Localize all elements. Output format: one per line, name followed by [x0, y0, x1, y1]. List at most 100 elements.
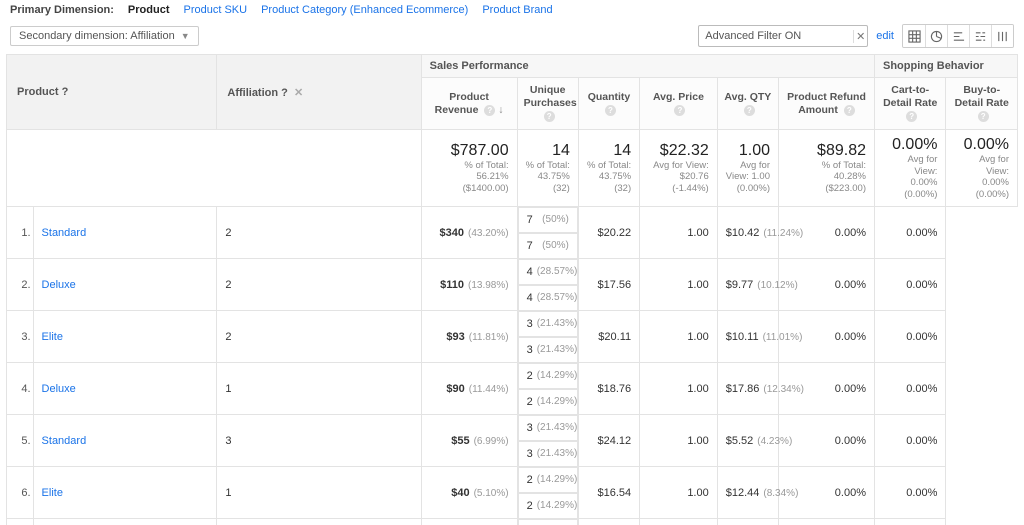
btd-cell: 0.00% [874, 519, 945, 525]
table-row[interactable]: 7.Standard1$33(5.00%)2(14.29%)2(14.29%)$… [7, 519, 1018, 525]
row-index: 2. [7, 259, 34, 311]
table-row[interactable]: 1.Standard2$340(43.20%)7(50%)7(50%)$20.2… [7, 206, 1018, 259]
btd-cell: 0.00% [874, 259, 945, 311]
avgqty-cell: 1.00 [640, 311, 718, 363]
product-cell[interactable]: Standard [33, 206, 217, 259]
col-affiliation[interactable]: Affiliation ? ✕ [217, 55, 421, 130]
refund-cell: $17.86(12.34%) [717, 363, 778, 415]
product-cell[interactable]: Deluxe [33, 363, 217, 415]
qty-cell: 7(50%) [518, 233, 578, 259]
product-cell[interactable]: Elite [33, 467, 217, 519]
view-mode-buttons [902, 24, 1014, 48]
dim-product-brand[interactable]: Product Brand [482, 4, 552, 16]
comparison-view-icon[interactable] [969, 25, 991, 47]
row-index: 7. [7, 519, 34, 525]
col-quantity[interactable]: Quantity ? [578, 78, 639, 130]
revenue-cell: $33(5.00%) [421, 519, 517, 525]
unique-cell: 2(14.29%) [518, 363, 578, 389]
revenue-cell: $340(43.20%) [421, 206, 517, 259]
table-row[interactable]: 4.Deluxe1$90(11.44%)2(14.29%)2(14.29%)$1… [7, 363, 1018, 415]
affiliation-cell: 2 [217, 206, 421, 259]
avgqty-cell: 1.00 [640, 467, 718, 519]
row-index: 3. [7, 311, 34, 363]
col-avgqty[interactable]: Avg. QTY? [717, 78, 778, 130]
col-avgprice[interactable]: Avg. Price ? [640, 78, 718, 130]
affiliation-cell: 2 [217, 259, 421, 311]
sort-desc-icon: ↓ [498, 104, 503, 116]
avgqty-cell: 1.00 [640, 259, 718, 311]
row-index: 4. [7, 363, 34, 415]
refund-cell: $9.77(10.12%) [717, 259, 778, 311]
table-row[interactable]: 5.Standard3$55(6.99%)3(21.43%)3(21.43%)$… [7, 415, 1018, 467]
refund-cell: $10.42(11.24%) [717, 206, 778, 259]
col-product[interactable]: Product ? [7, 55, 217, 130]
product-cell[interactable]: Standard [33, 519, 217, 525]
unique-cell: 7(50%) [518, 207, 578, 233]
affiliation-cell: 3 [217, 415, 421, 467]
avgqty-cell: 1.00 [640, 363, 718, 415]
refund-cell: $12.44(8.34%) [717, 467, 778, 519]
primary-dimension-label: Primary Dimension: [10, 4, 114, 16]
qty-cell: 2(14.29%) [518, 493, 578, 519]
revenue-cell: $40(5.10%) [421, 467, 517, 519]
row-index: 1. [7, 206, 34, 259]
ctd-cell: 0.00% [779, 519, 875, 525]
dim-product-category[interactable]: Product Category (Enhanced Ecommerce) [261, 4, 468, 16]
revenue-cell: $93(11.81%) [421, 311, 517, 363]
secondary-dimension-dropdown[interactable]: Secondary dimension: Affiliation ▼ [10, 26, 199, 46]
btd-cell: 0.00% [874, 206, 945, 259]
table-row[interactable]: 6.Elite1$40(5.10%)2(14.29%)2(14.29%)$16.… [7, 467, 1018, 519]
affiliation-cell: 1 [217, 363, 421, 415]
col-btd[interactable]: Buy-to-Detail Rate ? [946, 78, 1018, 130]
product-cell[interactable]: Standard [33, 415, 217, 467]
qty-cell: 4(28.57%) [518, 285, 578, 311]
edit-filter-link[interactable]: edit [876, 30, 894, 42]
qty-cell: 3(21.43%) [518, 337, 578, 363]
dim-product-sku[interactable]: Product SKU [183, 4, 247, 16]
btd-cell: 0.00% [874, 467, 945, 519]
primary-dimension-bar: Primary Dimension: Product Product SKU P… [6, 0, 1018, 22]
secondary-dimension-label: Secondary dimension: Affiliation [19, 30, 175, 42]
refund-cell: $5.52(4.23%) [717, 415, 778, 467]
avgprice-cell: $16.54 [578, 467, 639, 519]
clear-filter-icon[interactable]: ✕ [853, 30, 867, 43]
pie-view-icon[interactable] [925, 25, 947, 47]
chevron-down-icon: ▼ [181, 31, 190, 41]
qty-cell: 3(21.43%) [518, 441, 578, 467]
refund-cell: $10.11(11.01%) [717, 311, 778, 363]
refund-cell: $22.08(14.45%) [717, 519, 778, 525]
product-cell[interactable]: Elite [33, 311, 217, 363]
table-row[interactable]: 3.Elite2$93(11.81%)3(21.43%)3(21.43%)$20… [7, 311, 1018, 363]
avgqty-cell: 1.00 [640, 415, 718, 467]
revenue-cell: $90(11.44%) [421, 363, 517, 415]
pivot-view-icon[interactable] [991, 25, 1013, 47]
btd-cell: 0.00% [874, 415, 945, 467]
advanced-filter-box[interactable]: ✕ [698, 25, 868, 47]
row-index: 6. [7, 467, 34, 519]
avgprice-cell: $17.56 [578, 259, 639, 311]
avgprice-cell: $19.98 [578, 519, 639, 525]
qty-cell: 2(14.29%) [518, 389, 578, 415]
table-view-icon[interactable] [903, 25, 925, 47]
unique-cell: 4(28.57%) [518, 259, 578, 285]
report-table: Product ? Affiliation ? ✕ Sales Performa… [6, 54, 1018, 525]
dim-product[interactable]: Product [128, 4, 170, 16]
affiliation-cell: 2 [217, 311, 421, 363]
col-unique[interactable]: Unique Purchases? [517, 78, 578, 130]
advanced-filter-input[interactable] [699, 30, 853, 42]
unique-cell: 3(21.43%) [518, 415, 578, 441]
product-cell[interactable]: Deluxe [33, 259, 217, 311]
btd-cell: 0.00% [874, 363, 945, 415]
avgqty-cell: 1.00 [640, 206, 718, 259]
ctd-cell: 0.00% [779, 415, 875, 467]
col-refund[interactable]: Product Refund Amount ? [779, 78, 875, 130]
avgprice-cell: $18.76 [578, 363, 639, 415]
affiliation-cell: 1 [217, 467, 421, 519]
avgqty-cell: 1.00 [640, 519, 718, 525]
unique-cell: 2(14.29%) [518, 467, 578, 493]
bar-view-icon[interactable] [947, 25, 969, 47]
col-revenue[interactable]: Product Revenue ? ↓ [421, 78, 517, 130]
col-ctd[interactable]: Cart-to-Detail Rate ? [874, 78, 945, 130]
revenue-cell: $55(6.99%) [421, 415, 517, 467]
table-row[interactable]: 2.Deluxe2$110(13.98%)4(28.57%)4(28.57%)$… [7, 259, 1018, 311]
